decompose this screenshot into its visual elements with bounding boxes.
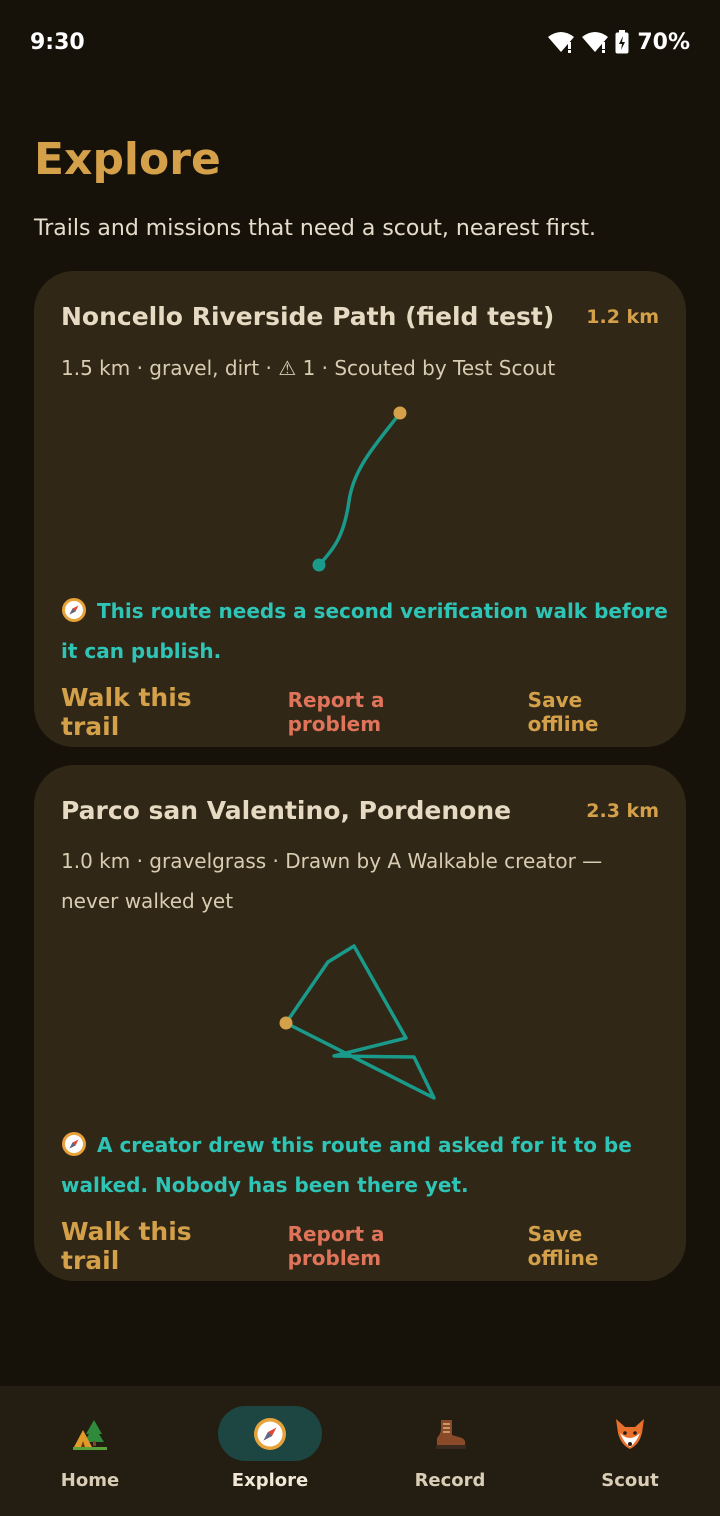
- page-title: Explore: [34, 134, 221, 185]
- trail-title: Parco san Valentino, Pordenone: [61, 796, 512, 825]
- verification-note: This route needs a second verification w…: [61, 591, 671, 671]
- trail-meta: 1.5 km · gravel, dirt · ⚠ 1 · Scouted by…: [61, 356, 556, 380]
- nav-pill: [38, 1406, 142, 1461]
- nav-pill: [578, 1406, 682, 1461]
- nav-item-record[interactable]: Record: [360, 1386, 540, 1516]
- nav-item-home[interactable]: Home: [0, 1386, 180, 1516]
- card-actions: Walk this trail Report a problem Save of…: [61, 1217, 659, 1275]
- secondary-actions: Report a problem Save offline: [258, 688, 659, 736]
- nav-pill: [398, 1406, 502, 1461]
- mission-note-text: A creator drew this route and asked for …: [61, 1133, 632, 1197]
- trail-card[interactable]: Noncello Riverside Path (field test) 1.2…: [34, 271, 686, 747]
- hiking-boot-icon: [436, 1419, 466, 1449]
- walk-trail-button[interactable]: Walk this trail: [61, 1217, 258, 1275]
- compass-icon: [62, 1132, 86, 1156]
- camping-icon: [73, 1419, 107, 1450]
- card-actions: Walk this trail Report a problem Save of…: [61, 683, 659, 741]
- save-offline-button[interactable]: Save offline: [528, 1222, 659, 1270]
- trail-distance: 2.3 km: [586, 800, 659, 822]
- fox-icon: [616, 1418, 644, 1449]
- nav-pill-active: [218, 1406, 322, 1461]
- route-path: [284, 944, 436, 1100]
- compass-icon: [254, 1417, 286, 1450]
- trail-distance: 1.2 km: [586, 306, 659, 328]
- battery-icon: [615, 30, 629, 54]
- verification-note-text: This route needs a second verification w…: [61, 599, 668, 663]
- secondary-actions: Report a problem Save offline: [258, 1222, 659, 1270]
- wifi-icon-secondary: [582, 32, 609, 53]
- bottom-nav: Home Explore Record Scout: [0, 1386, 720, 1516]
- report-problem-button[interactable]: Report a problem: [288, 688, 484, 736]
- nav-item-explore[interactable]: Explore: [180, 1386, 360, 1516]
- mission-note: A creator drew this route and asked for …: [61, 1125, 671, 1205]
- route-start-marker: [312, 558, 326, 572]
- trail-card[interactable]: Parco san Valentino, Pordenone 2.3 km 1.…: [34, 765, 686, 1281]
- status-time: 9:30: [30, 29, 85, 55]
- trail-title: Noncello Riverside Path (field test): [61, 302, 555, 331]
- route-end-marker: [393, 406, 407, 420]
- nav-label-home: Home: [60, 1470, 120, 1491]
- save-offline-button[interactable]: Save offline: [528, 688, 659, 736]
- route-path: [317, 411, 402, 567]
- report-problem-button[interactable]: Report a problem: [288, 1222, 484, 1270]
- route-map: [312, 406, 407, 572]
- walk-trail-button[interactable]: Walk this trail: [61, 683, 258, 741]
- route-start-marker: [279, 1016, 293, 1030]
- nav-label-explore: Explore: [231, 1470, 309, 1491]
- wifi-icon: [548, 32, 575, 53]
- status-icons: 70%: [547, 30, 690, 55]
- page-subtitle: Trails and missions that need a scout, n…: [34, 216, 597, 241]
- compass-icon: [62, 598, 86, 622]
- nav-label-scout: Scout: [601, 1470, 659, 1491]
- explore-screen: 9:30 70% Explore Trails and missions tha…: [0, 0, 720, 1516]
- nav-item-scout[interactable]: Scout: [540, 1386, 720, 1516]
- battery-percent: 70%: [637, 29, 690, 55]
- status-bar: 9:30 70%: [0, 0, 720, 84]
- route-map: [279, 944, 436, 1100]
- nav-label-record: Record: [414, 1470, 486, 1491]
- trail-meta: 1.0 km · gravelgrass · Drawn by A Walkab…: [61, 849, 603, 913]
